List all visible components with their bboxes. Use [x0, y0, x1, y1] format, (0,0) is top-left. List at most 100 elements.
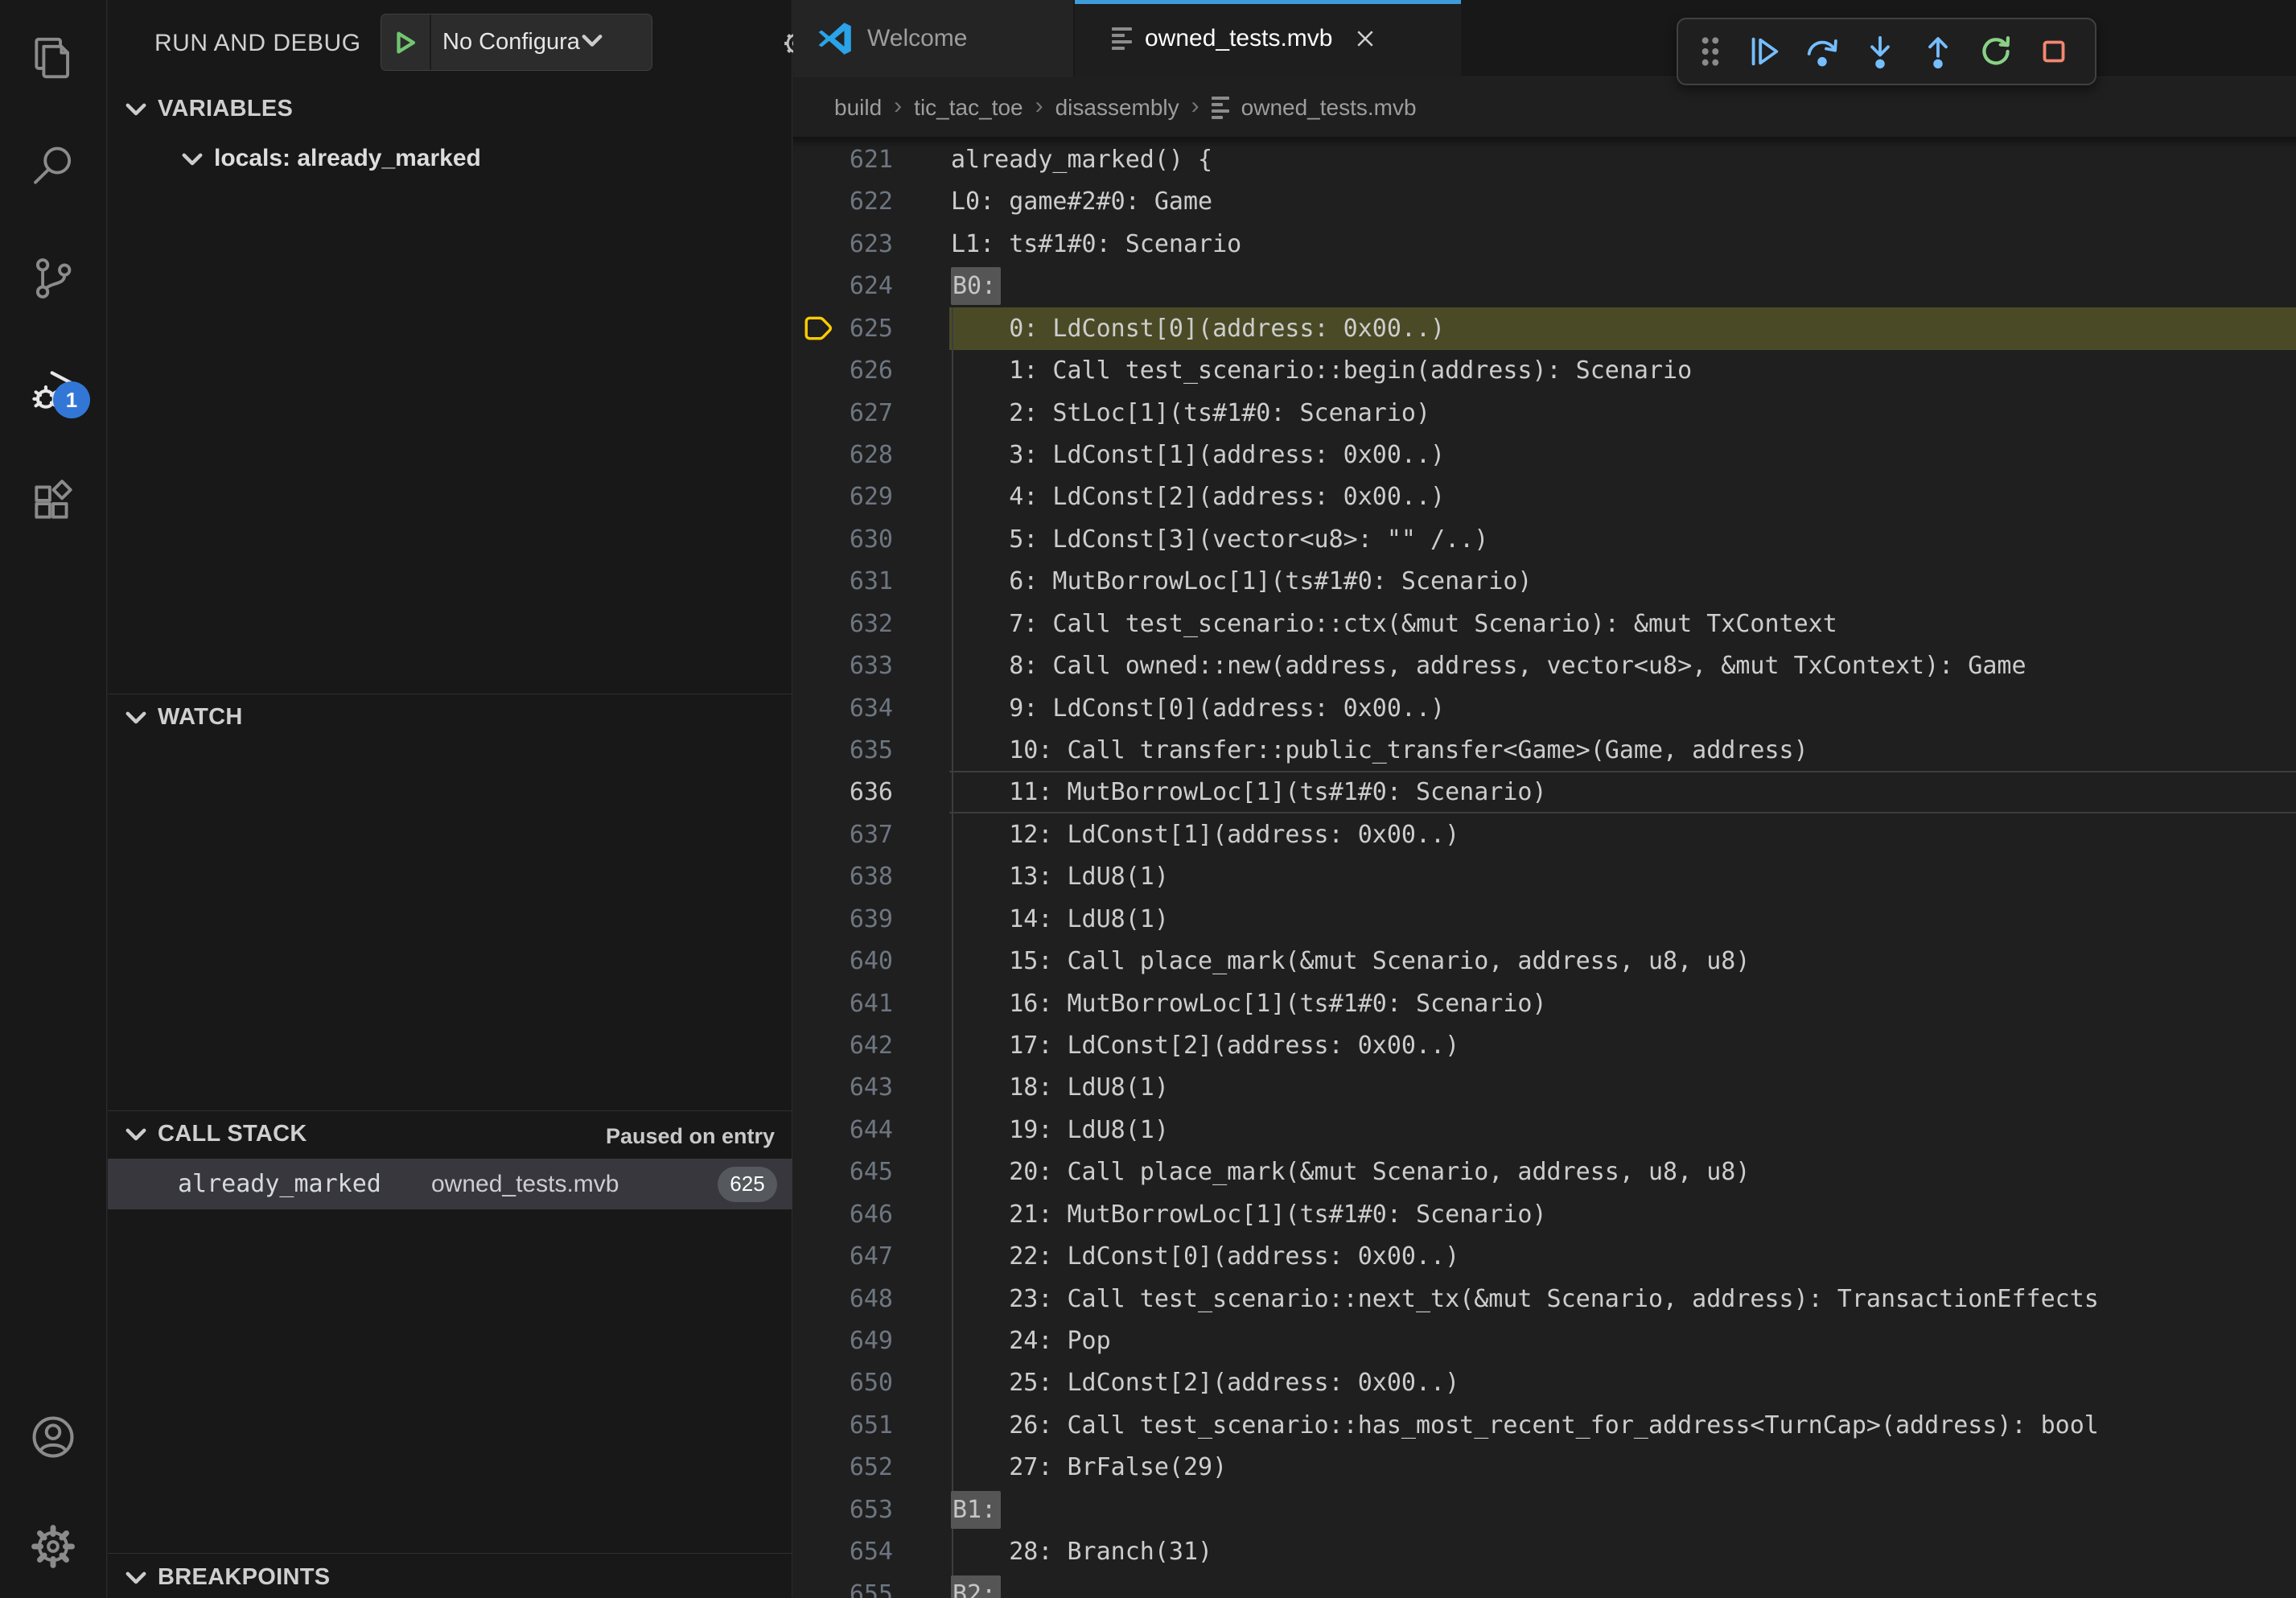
- sidebar-item-run-and-debug[interactable]: 1: [0, 351, 106, 431]
- line-number[interactable]: 624: [793, 265, 893, 307]
- code-line-628[interactable]: 628 3: LdConst[1](address: 0x00..): [793, 434, 2296, 476]
- line-number[interactable]: 634: [793, 687, 893, 730]
- code-line-651[interactable]: 651 26: Call test_scenario::has_most_rec…: [793, 1404, 2296, 1447]
- stop-button[interactable]: [2029, 27, 2079, 76]
- line-number[interactable]: 635: [793, 729, 893, 772]
- continue-button[interactable]: [1739, 27, 1789, 76]
- line-number[interactable]: 626: [793, 349, 893, 392]
- line-number[interactable]: 655: [793, 1573, 893, 1598]
- tab-welcome[interactable]: Welcome: [793, 0, 1074, 77]
- code-line-655[interactable]: 655B2:: [793, 1573, 2296, 1598]
- line-number[interactable]: 641: [793, 982, 893, 1025]
- code-line-652[interactable]: 652 27: BrFalse(29): [793, 1446, 2296, 1489]
- code-line-629[interactable]: 629 4: LdConst[2](address: 0x00..): [793, 476, 2296, 518]
- code-line-643[interactable]: 643 18: LdU8(1): [793, 1066, 2296, 1109]
- debug-configuration-dropdown[interactable]: No Configura: [381, 14, 652, 71]
- tab-owned-tests[interactable]: owned_tests.mvb: [1075, 0, 1462, 77]
- call-stack-frame[interactable]: already_marked owned_tests.mvb 625: [108, 1159, 792, 1209]
- sidebar-item-extensions[interactable]: [0, 463, 106, 544]
- line-number[interactable]: 652: [793, 1446, 893, 1489]
- code-line-646[interactable]: 646 21: MutBorrowLoc[1](ts#1#0: Scenario…: [793, 1193, 2296, 1236]
- code-line-640[interactable]: 640 15: Call place_mark(&mut Scenario, a…: [793, 940, 2296, 982]
- breadcrumb-item-disassembly[interactable]: disassembly: [1055, 95, 1179, 121]
- code-line-634[interactable]: 634 9: LdConst[0](address: 0x00..): [793, 687, 2296, 730]
- line-number[interactable]: 637: [793, 813, 893, 856]
- line-number[interactable]: 633: [793, 645, 893, 687]
- breadcrumb-item-tic_tac_toe[interactable]: tic_tac_toe: [914, 95, 1023, 121]
- line-number[interactable]: 650: [793, 1361, 893, 1404]
- code-line-621[interactable]: 621already_marked() {: [793, 138, 2296, 181]
- line-number[interactable]: 632: [793, 603, 893, 645]
- code-line-644[interactable]: 644 19: LdU8(1): [793, 1109, 2296, 1151]
- code-line-636[interactable]: 636 11: MutBorrowLoc[1](ts#1#0: Scenario…: [793, 771, 2296, 813]
- line-number[interactable]: 636: [793, 771, 893, 813]
- step-into-button[interactable]: [1855, 27, 1905, 76]
- code-line-626[interactable]: 626 1: Call test_scenario::begin(address…: [793, 349, 2296, 392]
- line-number[interactable]: 651: [793, 1404, 893, 1447]
- step-out-button[interactable]: [1913, 27, 1963, 76]
- code-line-625[interactable]: 625 0: LdConst[0](address: 0x00..): [793, 307, 2296, 350]
- sidebar-item-explorer[interactable]: [0, 19, 106, 100]
- variables-locals-row[interactable]: locals: already_marked: [182, 145, 481, 172]
- section-call-stack[interactable]: CALL STACK: [125, 1121, 307, 1147]
- line-number[interactable]: 645: [793, 1151, 893, 1193]
- step-over-button[interactable]: [1797, 27, 1847, 76]
- code-line-624[interactable]: 624B0:: [793, 265, 2296, 307]
- line-number[interactable]: 649: [793, 1320, 893, 1362]
- line-number[interactable]: 629: [793, 476, 893, 518]
- line-number[interactable]: 628: [793, 434, 893, 476]
- line-number[interactable]: 638: [793, 855, 893, 898]
- code-line-631[interactable]: 631 6: MutBorrowLoc[1](ts#1#0: Scenario): [793, 560, 2296, 603]
- line-number[interactable]: 621: [793, 138, 893, 181]
- code-line-647[interactable]: 647 22: LdConst[0](address: 0x00..): [793, 1235, 2296, 1278]
- section-breakpoints[interactable]: BREAKPOINTS: [125, 1564, 330, 1591]
- code-line-645[interactable]: 645 20: Call place_mark(&mut Scenario, a…: [793, 1151, 2296, 1193]
- code-line-637[interactable]: 637 12: LdConst[1](address: 0x00..): [793, 813, 2296, 856]
- code-line-627[interactable]: 627 2: StLoc[1](ts#1#0: Scenario): [793, 392, 2296, 435]
- line-number[interactable]: 644: [793, 1109, 893, 1151]
- code-line-635[interactable]: 635 10: Call transfer::public_transfer<G…: [793, 729, 2296, 772]
- section-variables[interactable]: VARIABLES: [125, 96, 293, 122]
- drag-handle-icon[interactable]: [1689, 29, 1731, 74]
- line-number[interactable]: 642: [793, 1024, 893, 1067]
- line-number[interactable]: 643: [793, 1066, 893, 1109]
- line-number[interactable]: 653: [793, 1489, 893, 1531]
- close-icon[interactable]: [1350, 23, 1380, 54]
- code-line-622[interactable]: 622L0: game#2#0: Game: [793, 180, 2296, 223]
- section-watch[interactable]: WATCH: [125, 704, 243, 731]
- start-debug-icon[interactable]: [381, 14, 431, 70]
- line-number[interactable]: 630: [793, 518, 893, 561]
- code-line-653[interactable]: 653B1:: [793, 1489, 2296, 1531]
- line-number[interactable]: 631: [793, 560, 893, 603]
- code-line-623[interactable]: 623L1: ts#1#0: Scenario: [793, 223, 2296, 266]
- sidebar-item-search[interactable]: [0, 127, 106, 208]
- breadcrumb-item-build[interactable]: build: [834, 95, 882, 121]
- line-number[interactable]: 646: [793, 1193, 893, 1236]
- breadcrumb-item-owned_tests.mvb[interactable]: owned_tests.mvb: [1241, 95, 1417, 121]
- code-line-641[interactable]: 641 16: MutBorrowLoc[1](ts#1#0: Scenario…: [793, 982, 2296, 1025]
- accounts-button[interactable]: [0, 1398, 106, 1479]
- code-line-642[interactable]: 642 17: LdConst[2](address: 0x00..): [793, 1024, 2296, 1067]
- code-line-648[interactable]: 648 23: Call test_scenario::next_tx(&mut…: [793, 1278, 2296, 1320]
- code-line-632[interactable]: 632 7: Call test_scenario::ctx(&mut Scen…: [793, 603, 2296, 645]
- line-number[interactable]: 622: [793, 180, 893, 223]
- line-number[interactable]: 654: [793, 1530, 893, 1573]
- code-line-649[interactable]: 649 24: Pop: [793, 1320, 2296, 1362]
- code-line-654[interactable]: 654 28: Branch(31): [793, 1530, 2296, 1573]
- manage-button[interactable]: [0, 1508, 106, 1588]
- code-line-633[interactable]: 633 8: Call owned::new(address, address,…: [793, 645, 2296, 687]
- line-number[interactable]: 640: [793, 940, 893, 982]
- sidebar-item-source-control[interactable]: [0, 240, 106, 320]
- code-line-650[interactable]: 650 25: LdConst[2](address: 0x00..): [793, 1361, 2296, 1404]
- restart-button[interactable]: [1971, 27, 2021, 76]
- line-number[interactable]: 623: [793, 223, 893, 266]
- line-number[interactable]: 648: [793, 1278, 893, 1320]
- code-line-638[interactable]: 638 13: LdU8(1): [793, 855, 2296, 898]
- line-number[interactable]: 639: [793, 898, 893, 941]
- line-number[interactable]: 627: [793, 392, 893, 435]
- code-editor[interactable]: 621already_marked() {622L0: game#2#0: Ga…: [793, 137, 2296, 1598]
- line-number[interactable]: 647: [793, 1235, 893, 1278]
- breadcrumb: build›tic_tac_toe›disassembly›owned_test…: [793, 78, 2296, 137]
- code-line-630[interactable]: 630 5: LdConst[3](vector<u8>: "" /..): [793, 518, 2296, 561]
- code-line-639[interactable]: 639 14: LdU8(1): [793, 898, 2296, 941]
